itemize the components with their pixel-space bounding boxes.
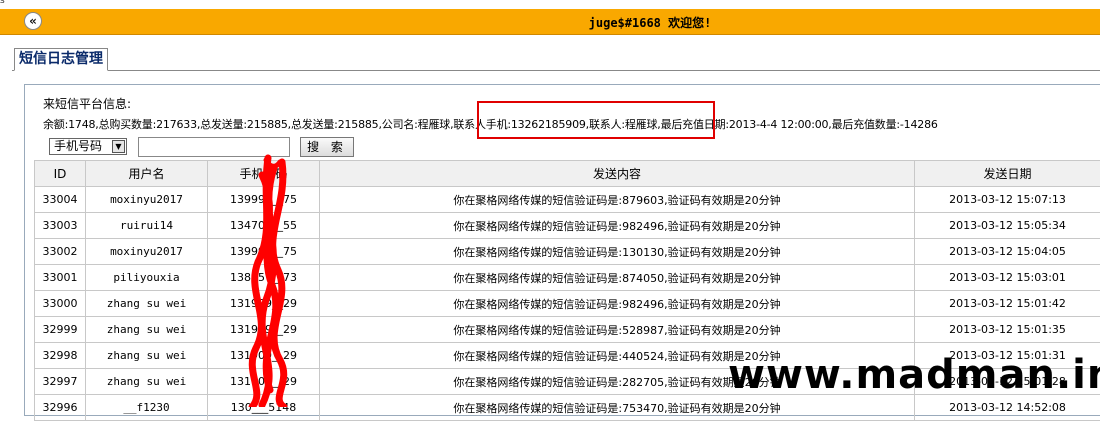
cell-username: moxinyu2017 — [86, 187, 208, 213]
cell-date: 2013-03-12 15:05:34 — [915, 213, 1100, 239]
cell-phone: 131909__29 — [208, 291, 320, 317]
column-header-username[interactable]: 用户名 — [86, 161, 208, 187]
cell-content: 你在聚格网络传媒的短信验证码是:874050,验证码有效期是20分钟 — [320, 265, 915, 291]
cell-username: piliyouxia — [86, 265, 208, 291]
search-button[interactable]: 搜 索 — [300, 137, 354, 157]
cell-content: 你在聚格网络传媒的短信验证码是:982496,验证码有效期是20分钟 — [320, 291, 915, 317]
cell-id: 32996 — [35, 395, 86, 421]
table-row[interactable]: 32996 __f1230 130___5148 你在聚格网络传媒的短信验证码是… — [35, 395, 1100, 421]
cell-content: 你在聚格网络传媒的短信验证码是:879603,验证码有效期是20分钟 — [320, 187, 915, 213]
cell-username: zhang su wei — [86, 343, 208, 369]
column-header-phone[interactable]: 手机号码 — [208, 161, 320, 187]
table-row[interactable]: 32999 zhang su wei 131909__29 你在聚格网络传媒的短… — [35, 317, 1100, 343]
tab-sms-log[interactable]: 短信日志管理 — [14, 48, 108, 71]
cell-id: 32999 — [35, 317, 86, 343]
cell-phone: 139997__75 — [208, 187, 320, 213]
cell-date: 2013-03-12 15:07:13 — [915, 187, 1100, 213]
cell-phone: 131909__29 — [208, 317, 320, 343]
search-field-select[interactable]: 手机号码 ▼ — [49, 138, 127, 155]
table-row[interactable]: 33004 moxinyu2017 139997__75 你在聚格网络传媒的短信… — [35, 187, 1100, 213]
table-row[interactable]: 33001 piliyouxia 138457__73 你在聚格网络传媒的短信验… — [35, 265, 1100, 291]
cell-phone: 134700__55 — [208, 213, 320, 239]
cell-id: 33002 — [35, 239, 86, 265]
cell-id: 32998 — [35, 343, 86, 369]
search-input[interactable] — [138, 137, 290, 157]
cell-username: zhang su wei — [86, 317, 208, 343]
column-header-id[interactable]: ID — [35, 161, 86, 187]
corner-mark: s — [0, 0, 5, 6]
cell-id: 33000 — [35, 291, 86, 317]
cell-date: 2013-03-12 14:52:08 — [915, 395, 1100, 421]
search-field-select-value: 手机号码 — [54, 139, 102, 153]
cell-phone: 131909__29 — [208, 369, 320, 395]
cell-username: ruirui14 — [86, 213, 208, 239]
cell-date: 2013-03-12 15:04:05 — [915, 239, 1100, 265]
top-header-bar: « juge$#1668 欢迎您! — [0, 9, 1100, 35]
cell-username: moxinyu2017 — [86, 239, 208, 265]
tab-strip: 短信日志管理 — [12, 48, 1100, 71]
column-header-date[interactable]: 发送日期 — [915, 161, 1100, 187]
highlight-box — [477, 101, 715, 139]
cell-id: 33001 — [35, 265, 86, 291]
welcome-text: juge$#1668 欢迎您! — [0, 14, 1100, 31]
cell-phone: 130___5148 — [208, 395, 320, 421]
cell-id: 33004 — [35, 187, 86, 213]
column-header-content[interactable]: 发送内容 — [320, 161, 915, 187]
cell-date: 2013-03-12 15:01:35 — [915, 317, 1100, 343]
dropdown-arrow-icon[interactable]: ▼ — [112, 140, 125, 153]
table-row[interactable]: 33003 ruirui14 134700__55 你在聚格网络传媒的短信验证码… — [35, 213, 1100, 239]
cell-content: 你在聚格网络传媒的短信验证码是:753470,验证码有效期是20分钟 — [320, 395, 915, 421]
table-row[interactable]: 33000 zhang su wei 131909__29 你在聚格网络传媒的短… — [35, 291, 1100, 317]
cell-phone: 139997__75 — [208, 239, 320, 265]
cell-phone: 138457__73 — [208, 265, 320, 291]
cell-content: 你在聚格网络传媒的短信验证码是:528987,验证码有效期是20分钟 — [320, 317, 915, 343]
cell-date: 2013-03-12 15:03:01 — [915, 265, 1100, 291]
cell-username: zhang su wei — [86, 291, 208, 317]
table-header-row: ID 用户名 手机号码 发送内容 发送日期 — [35, 161, 1100, 187]
watermark-text: www.madman.in — [728, 355, 1100, 395]
cell-date: 2013-03-12 15:01:42 — [915, 291, 1100, 317]
cell-username: zhang su wei — [86, 369, 208, 395]
cell-id: 32997 — [35, 369, 86, 395]
cell-id: 33003 — [35, 213, 86, 239]
cell-content: 你在聚格网络传媒的短信验证码是:982496,验证码有效期是20分钟 — [320, 213, 915, 239]
cell-content: 你在聚格网络传媒的短信验证码是:130130,验证码有效期是20分钟 — [320, 239, 915, 265]
table-row[interactable]: 33002 moxinyu2017 139997__75 你在聚格网络传媒的短信… — [35, 239, 1100, 265]
cell-username: __f1230 — [86, 395, 208, 421]
cell-phone: 131909__29 — [208, 343, 320, 369]
platform-info-title: 来短信平台信息: — [43, 95, 131, 112]
